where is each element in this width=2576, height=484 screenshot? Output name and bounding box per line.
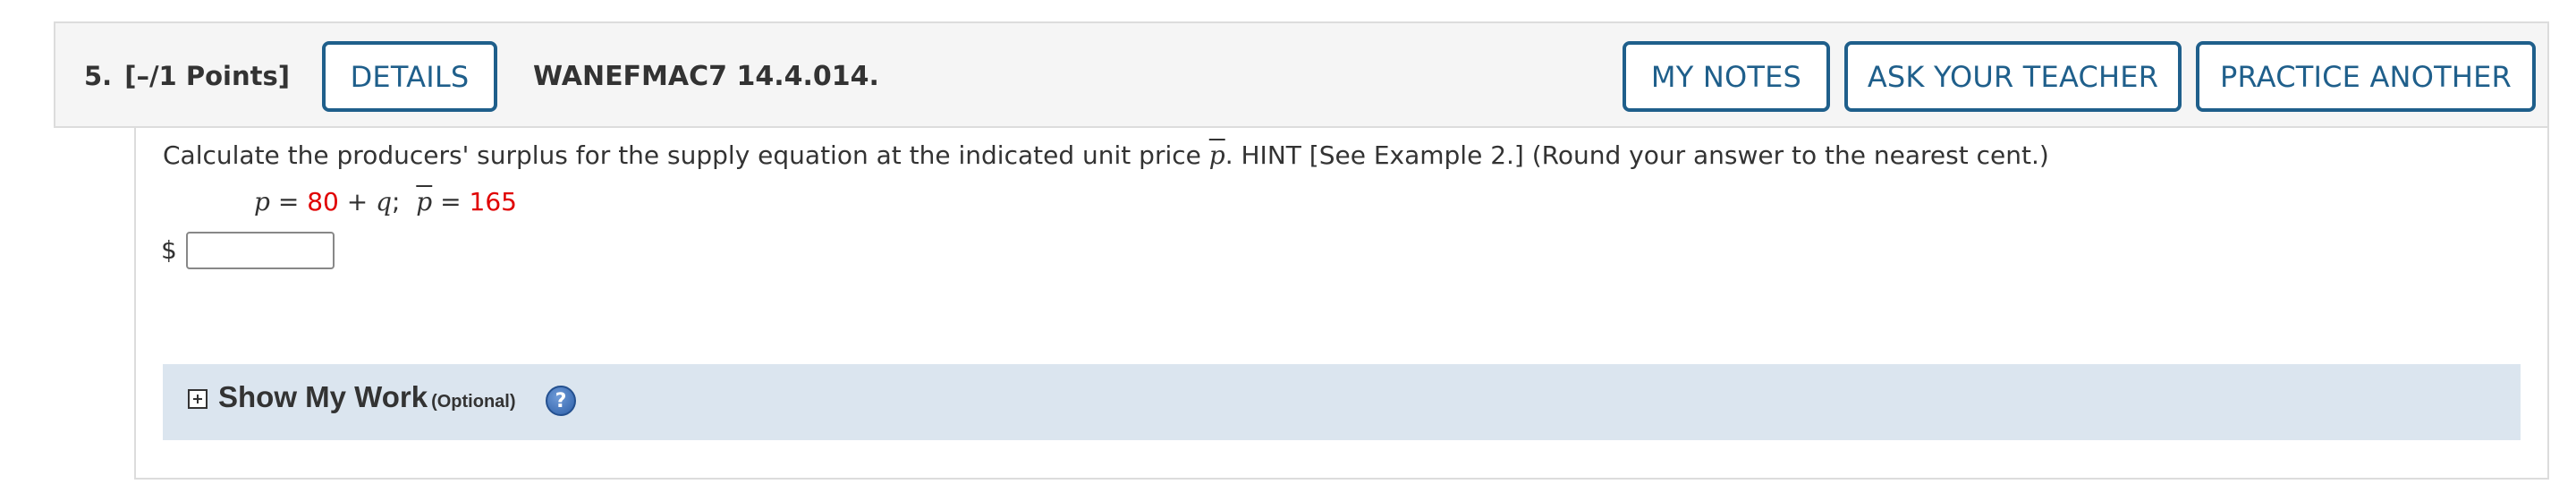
prompt-text-before: Calculate the producers' surplus for the… <box>163 140 1209 170</box>
assignment-code: WANEFMAC7 14.4.014. <box>533 61 879 92</box>
optional-label: (Optional) <box>431 392 516 412</box>
expand-plus-icon[interactable] <box>188 389 208 409</box>
currency-symbol: $ <box>161 235 177 265</box>
eq-price-value: 165 <box>469 187 517 217</box>
question-body: Calculate the producers' surplus for the… <box>134 128 2549 480</box>
show-my-work-panel[interactable]: Show My Work (Optional) ? <box>163 364 2521 440</box>
prompt-text-after: . HINT [See Example 2.] (Round your answ… <box>1224 140 2049 170</box>
supply-equation: p = 80 + q; p = 165 <box>254 187 517 217</box>
eq-equals: = <box>269 187 308 217</box>
eq-constant: 80 <box>307 187 339 217</box>
question-prompt: Calculate the producers' surplus for the… <box>163 140 2049 170</box>
my-notes-button[interactable]: MY NOTES <box>1623 41 1830 112</box>
practice-another-button[interactable]: PRACTICE ANOTHER <box>2196 41 2536 112</box>
help-icon[interactable]: ? <box>546 386 576 416</box>
question-number-points: 5. [–/1 Points] <box>84 23 290 130</box>
points-label: [–/1 Points] <box>124 61 290 91</box>
eq-plus: + <box>338 187 377 217</box>
eq-price-var: p <box>416 187 433 217</box>
eq-lhs-var: p <box>254 187 270 217</box>
show-my-work-label[interactable]: Show My Work <box>218 380 428 413</box>
answer-input[interactable] <box>186 232 335 269</box>
details-button[interactable]: DETAILS <box>322 41 497 112</box>
ask-your-teacher-button[interactable]: ASK YOUR TEACHER <box>1844 41 2182 112</box>
prompt-unit-price-var: p <box>1208 140 1225 170</box>
eq-separator: ; <box>392 187 401 217</box>
eq-equals-2: = <box>432 187 470 217</box>
show-my-work-title[interactable]: Show My Work (Optional) <box>218 380 516 414</box>
question-header: 5. [–/1 Points] DETAILS WANEFMAC7 14.4.01… <box>54 21 2549 128</box>
question-number: 5. <box>84 61 113 91</box>
eq-rhs-var: q <box>376 187 393 217</box>
